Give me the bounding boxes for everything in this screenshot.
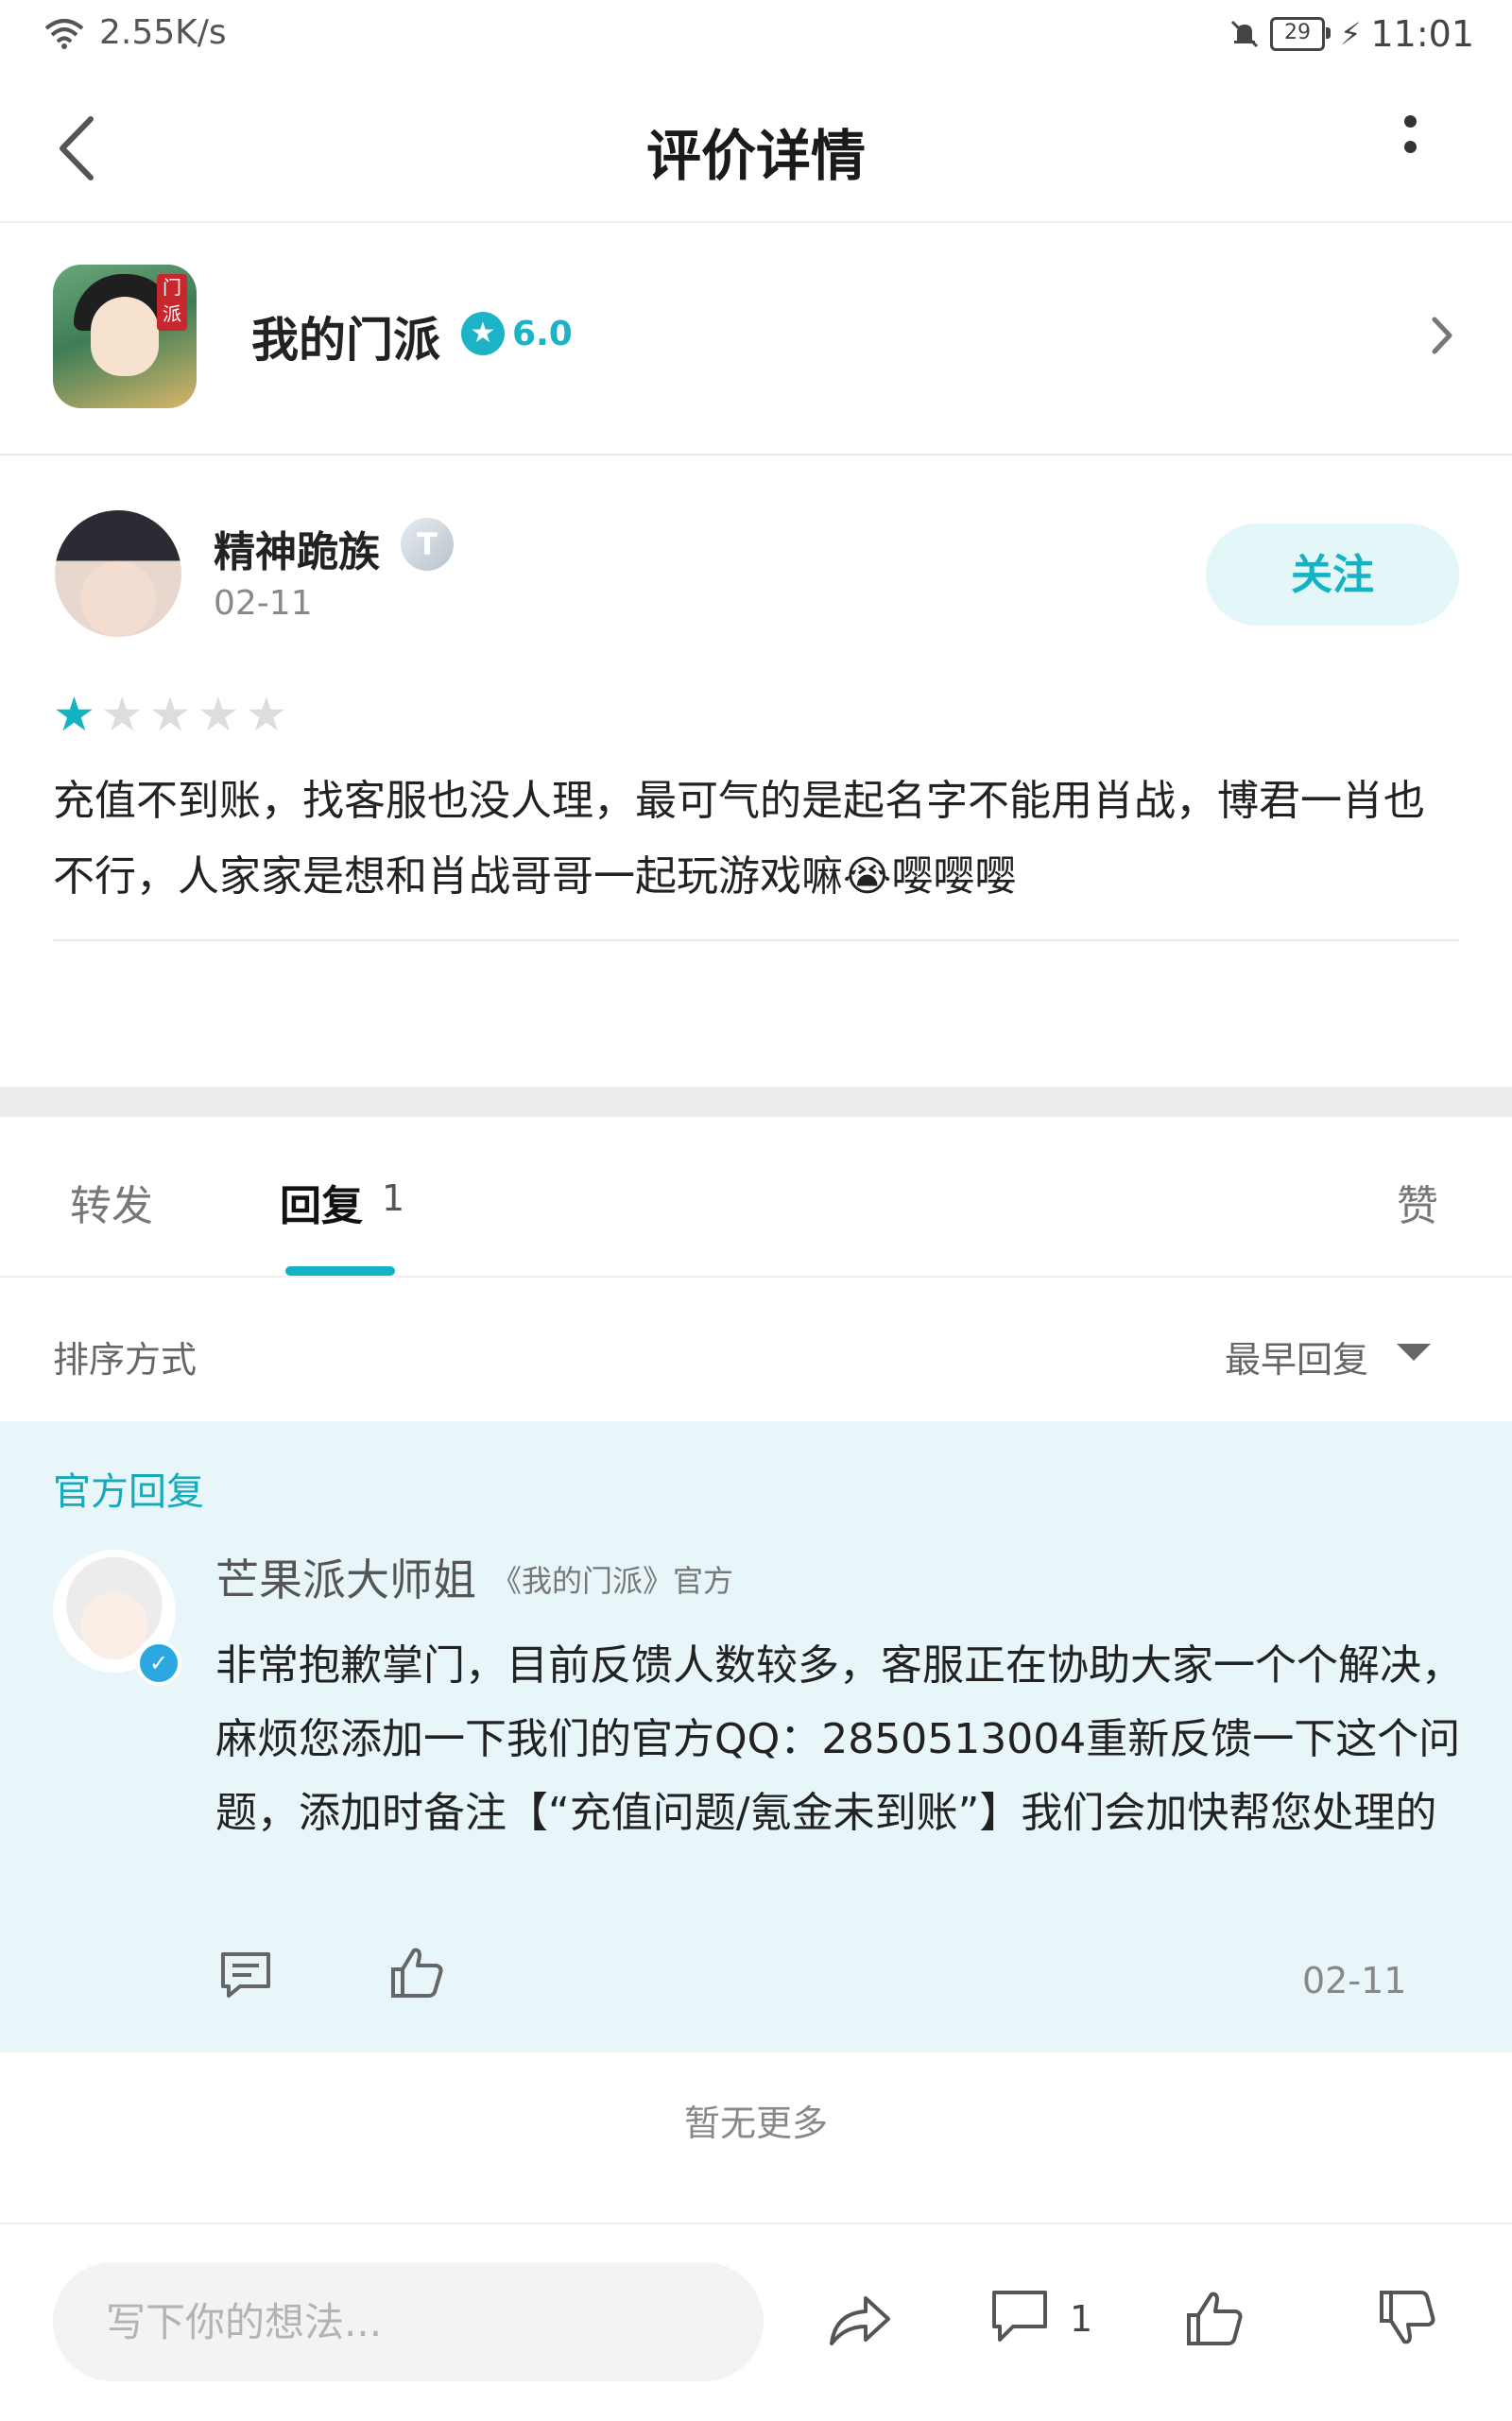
top-nav: 评价详情 — [0, 76, 1512, 223]
comment-icon[interactable] — [988, 2287, 1051, 2345]
wifi-icon — [43, 17, 86, 49]
section-divider — [0, 1087, 1512, 1117]
review-date: 02-11 — [214, 584, 313, 623]
star-filled-icon: ★ — [53, 687, 95, 742]
comment-count: 1 — [1070, 2298, 1093, 2340]
thumbs-up-icon[interactable] — [387, 1943, 446, 2001]
share-icon[interactable] — [826, 2291, 894, 2349]
app-name: 我的门派 — [251, 313, 440, 368]
comment-icon[interactable] — [217, 1949, 274, 2001]
sort-row: 排序方式 最早回复 — [0, 1278, 1512, 1419]
tab-reply[interactable]: 回复 — [280, 1172, 363, 1232]
page-title: 评价详情 — [645, 124, 866, 188]
net-speed: 2.55K/s — [99, 13, 227, 52]
sort-dropdown[interactable]: 最早回复 — [1225, 1331, 1368, 1382]
comment-input[interactable] — [53, 2262, 764, 2381]
star-empty-icon: ★ — [245, 687, 288, 742]
chevron-right-icon — [1429, 314, 1455, 357]
app-info-row[interactable]: 门派 我的门派 ★ 6.0 — [0, 223, 1512, 455]
app-icon-tag: 门派 — [157, 274, 187, 331]
bottom-bar: 1 — [0, 2223, 1512, 2421]
rating-value: 6.0 — [512, 314, 573, 353]
tab-repost[interactable]: 转发 — [70, 1172, 153, 1232]
review-text: 充值不到账，找客服也没人理，最可气的是起名字不能用肖战，博君一肖也不行，人家家是… — [53, 777, 1425, 901]
mute-bell-icon — [1228, 18, 1261, 50]
tab-like[interactable]: 赞 — [1397, 1172, 1438, 1232]
official-reply-date: 02-11 — [1302, 1960, 1407, 2001]
review-stars: ★ ★ ★ ★ ★ — [53, 690, 287, 739]
verified-check-icon: ✓ — [136, 1640, 181, 1686]
app-rating: ★ 6.0 — [461, 312, 573, 355]
clock: 11:01 — [1370, 13, 1474, 55]
official-reply-text: 非常抱歉掌门，目前反馈人数较多，客服正在协助大家一个个解决，麻烦您添加一下我们的… — [215, 1641, 1463, 1837]
thumbs-down-icon[interactable] — [1376, 2287, 1438, 2349]
rating-star-icon: ★ — [461, 312, 505, 355]
active-tab-indicator — [285, 1266, 395, 1276]
official-reply-card: 官方回复 ✓ 芒果派大师姐 《我的门派》官方 非常抱歉掌门，目前反馈人数较多，客… — [0, 1421, 1512, 2052]
more-menu-icon[interactable] — [1404, 115, 1418, 166]
battery-icon: 29 — [1270, 17, 1332, 51]
star-empty-icon: ★ — [100, 687, 144, 742]
official-reply-label: 官方回复 — [53, 1470, 204, 1514]
official-name[interactable]: 芒果派大师姐 — [215, 1546, 476, 1608]
divider — [53, 939, 1459, 941]
reviewer-name[interactable]: 精神跪族 — [214, 518, 380, 578]
reviewer-avatar[interactable] — [55, 510, 181, 637]
app-icon: 门派 — [53, 265, 197, 408]
charging-icon: ⚡ — [1340, 16, 1362, 52]
status-bar: 2.55K/s 29 ⚡ 11:01 — [0, 0, 1512, 76]
sort-label: 排序方式 — [53, 1339, 198, 1381]
reply-tabs: 转发 回复 1 赞 — [0, 1119, 1512, 1278]
follow-button[interactable]: 关注 — [1206, 524, 1459, 626]
star-empty-icon: ★ — [148, 687, 192, 742]
level-badge: T — [401, 518, 454, 571]
official-tag: 《我的门派》官方 — [491, 1563, 734, 1599]
thumbs-up-icon[interactable] — [1183, 2287, 1246, 2349]
status-right: 29 ⚡ 11:01 — [1228, 13, 1474, 55]
caret-down-icon[interactable] — [1397, 1344, 1431, 1361]
star-empty-icon: ★ — [197, 687, 240, 742]
tab-reply-count: 1 — [382, 1177, 405, 1219]
no-more-text: 暂无更多 — [683, 2103, 828, 2144]
